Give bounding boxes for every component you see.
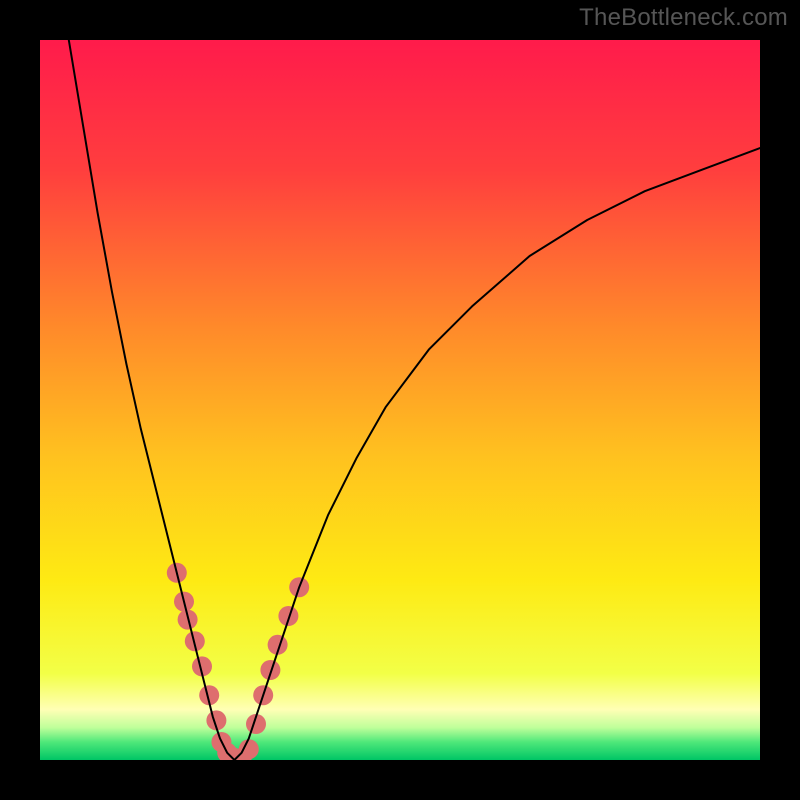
- chart-frame: TheBottleneck.com: [0, 0, 800, 800]
- marker-dot: [260, 660, 280, 680]
- marker-dot: [239, 739, 259, 759]
- marker-dot: [278, 606, 298, 626]
- watermark-text: TheBottleneck.com: [579, 4, 788, 32]
- bottleneck-chart: [40, 40, 760, 760]
- gradient-background: [40, 40, 760, 760]
- plot-area: [40, 40, 760, 760]
